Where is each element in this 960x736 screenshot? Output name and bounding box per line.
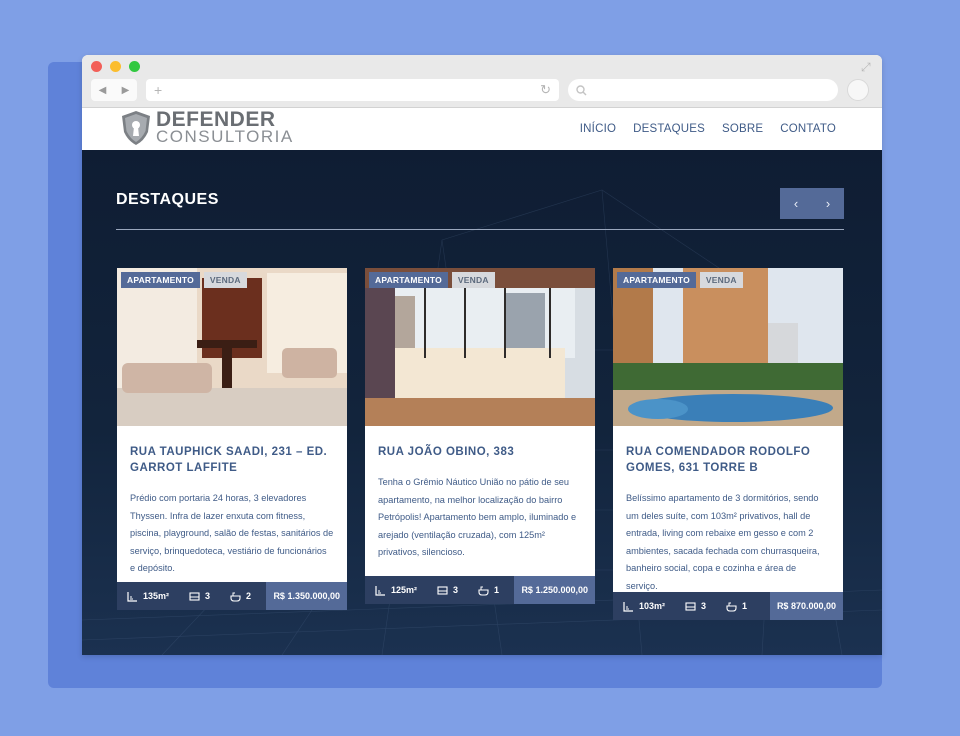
property-card[interactable]: APARTAMENTO VENDA RUA TAUPHICK SAADI, 23… — [117, 268, 347, 610]
area-icon — [375, 585, 385, 596]
property-type-badge: APARTAMENTO — [369, 272, 448, 288]
property-area: 103m² — [639, 601, 666, 611]
property-price: R$ 1.350.000,00 — [266, 582, 347, 610]
close-window-button[interactable] — [91, 61, 102, 72]
menu-item-inicio[interactable]: INÍCIO — [580, 123, 616, 135]
highlights-section: DESTAQUES ‹ › APARTAMENTO VENDA RUA TAUP… — [82, 150, 882, 655]
address-bar[interactable]: + ↻ — [146, 79, 559, 101]
property-photo[interactable]: APARTAMENTO VENDA — [117, 268, 347, 426]
property-photo[interactable]: APARTAMENTO VENDA — [613, 268, 843, 426]
bathtub-icon — [230, 592, 241, 602]
property-rooms: 3 — [453, 585, 459, 595]
back-arrow-icon[interactable]: ◀ — [99, 85, 107, 96]
property-description: Tenha o Grêmio Náutico União no pátio de… — [378, 477, 577, 557]
site-header: DEFENDER CONSULTORIA INÍCIO DESTAQUES SO… — [82, 108, 882, 150]
property-address[interactable]: RUA COMENDADOR RODOLFO GOMES, 631 TORRE … — [626, 444, 830, 476]
chevron-right-icon[interactable]: › — [812, 188, 844, 219]
property-area: 135m² — [143, 591, 170, 601]
area-icon — [127, 591, 137, 602]
property-features: 135m² 3 2 R$ 1.350.000,00 — [117, 582, 347, 610]
history-nav: ◀ ▶ — [91, 79, 137, 101]
forward-arrow-icon[interactable]: ▶ — [122, 85, 130, 96]
property-photo[interactable]: APARTAMENTO VENDA — [365, 268, 595, 426]
main-menu: INÍCIO DESTAQUES SOBRE CONTATO — [580, 123, 836, 135]
menu-item-destaques[interactable]: DESTAQUES — [633, 123, 705, 135]
property-features: 103m² 3 1 R$ 870.000,00 — [613, 592, 843, 620]
expand-icon[interactable]: ⤢ — [861, 61, 873, 73]
bed-icon — [189, 591, 200, 601]
property-card[interactable]: APARTAMENTO VENDA RUA JOÃO OBINO, 383 Te… — [365, 268, 595, 604]
logo-subtitle: CONSULTORIA — [156, 127, 294, 146]
property-baths: 1 — [494, 585, 500, 595]
menu-item-contato[interactable]: CONTATO — [780, 123, 836, 135]
bed-icon — [437, 585, 448, 595]
shield-keyhole-icon — [122, 111, 150, 145]
browser-search-bar[interactable] — [568, 79, 838, 101]
carousel-nav: ‹ › — [780, 188, 844, 219]
bed-icon — [685, 601, 696, 611]
deal-type-badge: VENDA — [699, 272, 743, 288]
property-price: R$ 1.250.000,00 — [514, 576, 595, 604]
property-card[interactable]: APARTAMENTO VENDA RUA COMENDADOR RODOLFO… — [613, 268, 843, 620]
minimize-window-button[interactable] — [110, 61, 121, 72]
property-baths: 2 — [246, 591, 252, 601]
property-features: 125m² 3 1 R$ 1.250.000,00 — [365, 576, 595, 604]
browser-window: ⤢ ◀ ▶ + ↻ DEFENDER CONSULTORIA INÍCIO DE… — [82, 55, 882, 655]
logo-title: DEFENDER — [156, 108, 276, 131]
property-area: 125m² — [391, 585, 418, 595]
property-type-badge: APARTAMENTO — [121, 272, 200, 288]
property-type-badge: APARTAMENTO — [617, 272, 696, 288]
section-title: DESTAQUES — [116, 191, 219, 208]
menu-item-sobre[interactable]: SOBRE — [722, 123, 763, 135]
property-description: Belíssimo apartamento de 3 dormitórios, … — [626, 493, 820, 591]
plus-icon[interactable]: + — [154, 82, 162, 98]
property-rooms: 3 — [205, 591, 211, 601]
site-logo[interactable]: DEFENDER CONSULTORIA — [120, 108, 294, 146]
property-description: Prédio com portaria 24 horas, 3 elevador… — [130, 493, 334, 573]
property-address[interactable]: RUA JOÃO OBINO, 383 — [378, 444, 582, 460]
property-price: R$ 870.000,00 — [769, 592, 843, 620]
browser-toolbar: ⤢ ◀ ▶ + ↻ — [82, 55, 882, 108]
deal-type-badge: VENDA — [451, 272, 495, 288]
section-divider — [116, 229, 844, 230]
reload-icon[interactable]: ↻ — [540, 82, 551, 98]
browser-menu-button[interactable] — [847, 79, 869, 101]
property-address[interactable]: RUA TAUPHICK SAADI, 231 – ED. GARROT LAF… — [130, 444, 334, 476]
maximize-window-button[interactable] — [129, 61, 140, 72]
bathtub-icon — [478, 586, 489, 596]
property-rooms: 3 — [701, 601, 707, 611]
area-icon — [623, 601, 633, 612]
deal-type-badge: VENDA — [203, 272, 247, 288]
search-icon — [576, 84, 587, 95]
bathtub-icon — [726, 602, 737, 612]
property-baths: 1 — [742, 601, 748, 611]
chevron-left-icon[interactable]: ‹ — [780, 188, 812, 219]
